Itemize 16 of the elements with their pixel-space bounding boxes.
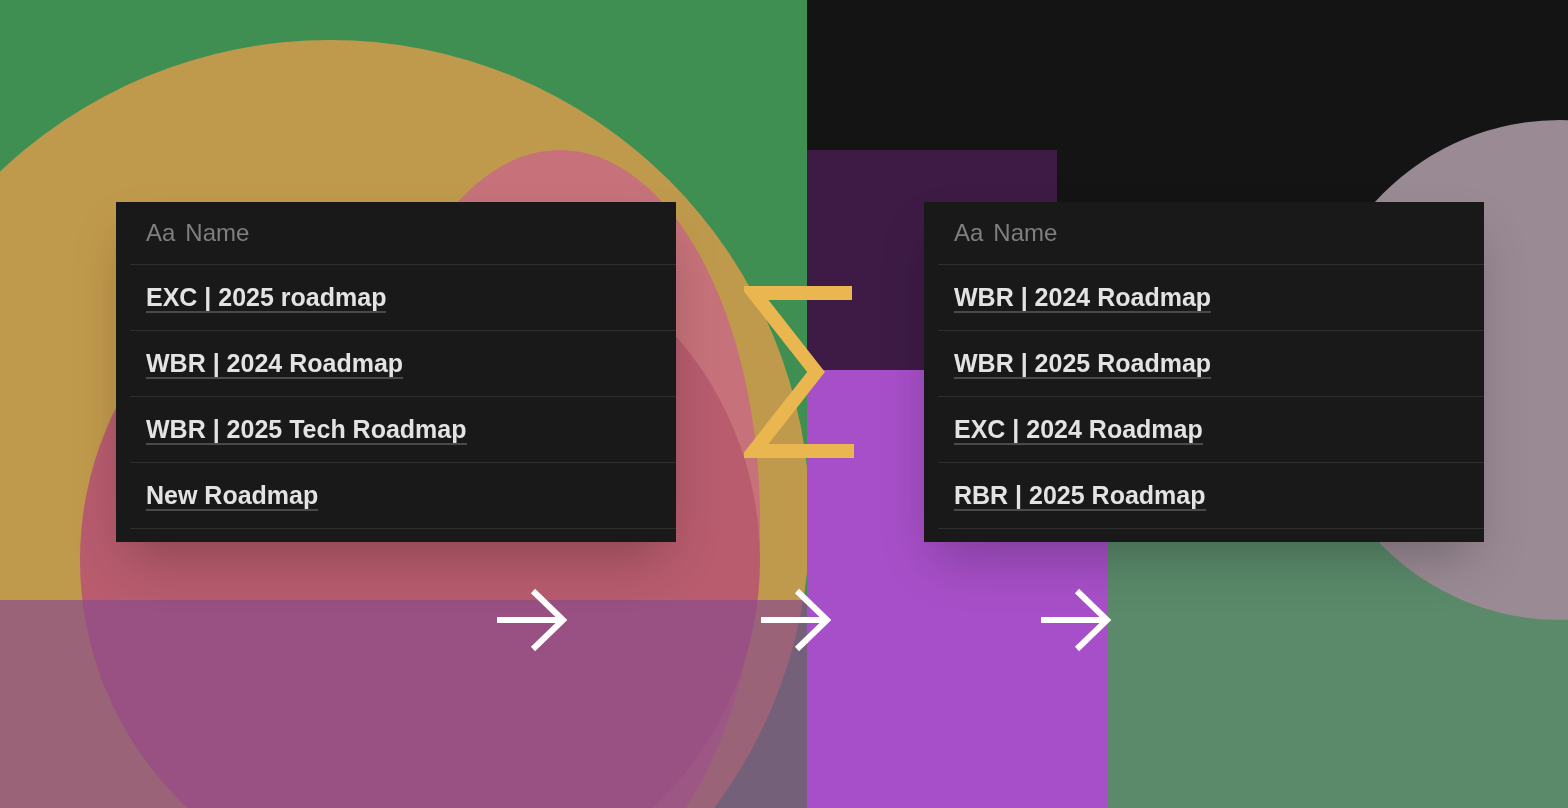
arrow-right-icon xyxy=(497,588,569,652)
column-header: Name xyxy=(185,218,250,248)
text-type-glyph: Aa xyxy=(146,218,176,248)
page-link[interactable]: EXC | 2024 Roadmap xyxy=(954,414,1203,445)
arrow-right-icon xyxy=(1041,588,1113,652)
page-link[interactable]: RBR | 2025 Roadmap xyxy=(954,480,1206,511)
arrow-right-icon xyxy=(761,588,833,652)
page-link[interactable]: WBR | 2025 Roadmap xyxy=(954,348,1212,379)
page-link[interactable]: WBR | 2024 Roadmap xyxy=(954,282,1212,313)
text-type-glyph: Aa xyxy=(954,218,984,248)
page-link[interactable]: WBR | 2024 Roadmap xyxy=(146,348,404,379)
sigma-icon xyxy=(744,286,856,458)
page-link[interactable]: WBR | 2025 Tech Roadmap xyxy=(146,414,467,445)
page-link[interactable]: New Roadmap xyxy=(146,480,319,511)
page-link[interactable]: EXC | 2025 roadmap xyxy=(146,282,387,313)
column-header: Name xyxy=(993,218,1058,248)
